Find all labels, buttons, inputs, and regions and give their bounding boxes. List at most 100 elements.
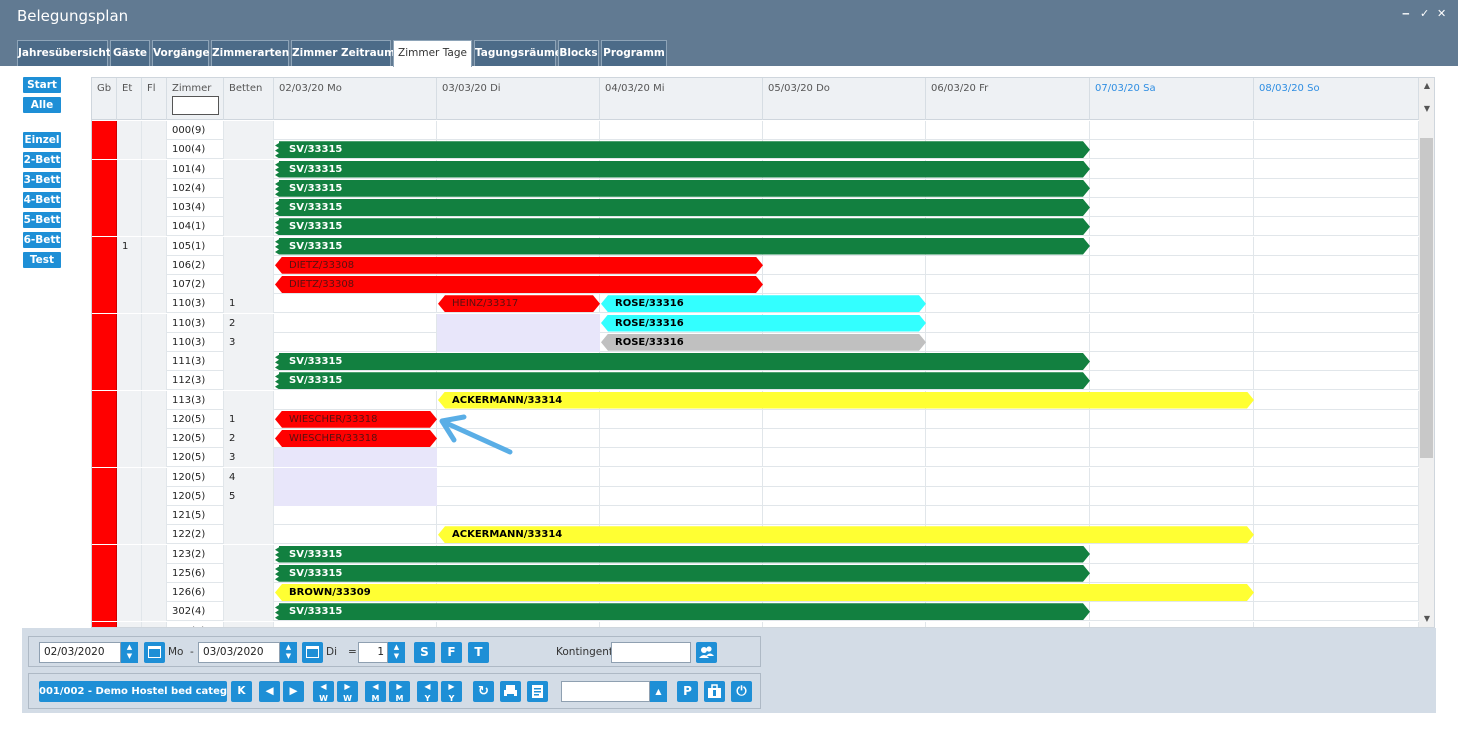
- day-cell[interactable]: [600, 121, 763, 140]
- prev-day-button[interactable]: ◀: [259, 681, 280, 702]
- day-cell[interactable]: [763, 255, 926, 275]
- day-cell[interactable]: [274, 525, 437, 545]
- close-icon[interactable]: ✕: [1437, 7, 1446, 20]
- booking-bar[interactable]: SV/33315: [275, 161, 1090, 178]
- table-row[interactable]: 000(9): [92, 121, 1419, 140]
- day-cell[interactable]: [1090, 121, 1254, 140]
- table-row[interactable]: 121(5): [92, 506, 1419, 525]
- day-cell[interactable]: [1090, 352, 1254, 371]
- next-year-button[interactable]: ▶ Y: [441, 681, 462, 702]
- refresh-button[interactable]: ↻: [473, 681, 494, 702]
- day-cell[interactable]: [926, 332, 1090, 352]
- day-count-stepper-icon[interactable]: ▲ ▼: [388, 642, 405, 663]
- day-cell[interactable]: [1090, 236, 1254, 256]
- day-cell[interactable]: [1254, 332, 1419, 352]
- users-button[interactable]: [696, 642, 717, 663]
- print-button[interactable]: [500, 681, 521, 702]
- day-cell[interactable]: [763, 467, 926, 487]
- day-cell[interactable]: [1090, 140, 1254, 160]
- day-cell[interactable]: [600, 409, 763, 429]
- day-cell[interactable]: [274, 294, 437, 314]
- tab-vorgaenge[interactable]: Vorgänge: [152, 40, 210, 66]
- tab-programm[interactable]: Programm: [601, 40, 667, 66]
- day-cell[interactable]: [274, 121, 437, 140]
- day-cell[interactable]: [437, 467, 600, 487]
- day-cell[interactable]: [1254, 159, 1419, 179]
- booking-bar[interactable]: DIETZ/33308: [275, 257, 763, 274]
- day-header-1[interactable]: 03/03/20 Di: [437, 78, 600, 120]
- day-cell[interactable]: [1090, 217, 1254, 237]
- day-cell[interactable]: [1254, 198, 1419, 217]
- day-cell[interactable]: [1090, 563, 1254, 583]
- report-button[interactable]: [527, 681, 548, 702]
- to-calendar-icon[interactable]: [302, 642, 323, 663]
- day-cell[interactable]: [1254, 236, 1419, 256]
- day-cell[interactable]: [437, 121, 600, 140]
- col-header-fl[interactable]: Fl: [142, 78, 167, 120]
- start-button[interactable]: Start: [23, 77, 61, 93]
- day-cell[interactable]: [1090, 294, 1254, 314]
- all-button[interactable]: Alle: [23, 97, 61, 113]
- booking-bar[interactable]: SV/33315: [275, 546, 1090, 563]
- day-cell[interactable]: [926, 467, 1090, 487]
- day-cell[interactable]: [1254, 140, 1419, 160]
- day-cell[interactable]: [437, 506, 600, 525]
- booking-bar[interactable]: SV/33315: [275, 199, 1090, 216]
- to-date-stepper-icon[interactable]: ▲ ▼: [280, 642, 297, 663]
- day-cell[interactable]: [1090, 429, 1254, 448]
- minimize-icon[interactable]: ‒: [1402, 7, 1410, 20]
- scroll-up-icon[interactable]: ▲: [1419, 81, 1434, 90]
- day-cell[interactable]: [1254, 294, 1419, 314]
- six-bed-button[interactable]: 6-Bett: [23, 232, 61, 248]
- scroll-down-icon[interactable]: ▼: [1419, 614, 1434, 623]
- day-cell[interactable]: [1254, 448, 1419, 468]
- booking-bar[interactable]: SV/33315: [275, 353, 1090, 370]
- f-button[interactable]: F: [441, 642, 462, 663]
- day-cell[interactable]: [763, 448, 926, 468]
- luggage-button[interactable]: [704, 681, 725, 702]
- tab-zimmerarten[interactable]: Zimmerarten: [211, 40, 289, 66]
- prev-week-button[interactable]: ◀ W: [313, 681, 334, 702]
- room-search-input[interactable]: [172, 96, 219, 115]
- next-month-button[interactable]: ▶ M: [389, 681, 410, 702]
- two-bed-button[interactable]: 2-Bett: [23, 152, 61, 168]
- booking-bar[interactable]: SV/33315: [275, 372, 1090, 389]
- booking-bar[interactable]: ROSE/33316: [601, 315, 926, 332]
- day-cell[interactable]: [926, 506, 1090, 525]
- booking-bar[interactable]: ACKERMANN/33314: [438, 526, 1254, 543]
- booking-bar[interactable]: SV/33315: [275, 603, 1090, 620]
- t-button[interactable]: T: [468, 642, 489, 663]
- day-cell[interactable]: [1254, 506, 1419, 525]
- day-cell[interactable]: [1254, 313, 1419, 333]
- booking-bar[interactable]: SV/33315: [275, 238, 1090, 255]
- booking-bar[interactable]: DIETZ/33308: [275, 276, 763, 293]
- check-icon[interactable]: ✓: [1420, 7, 1429, 20]
- day-cell[interactable]: [1254, 352, 1419, 371]
- day-cell[interactable]: [1090, 371, 1254, 391]
- day-cell[interactable]: [1254, 467, 1419, 487]
- day-cell[interactable]: [1254, 486, 1419, 506]
- k-button[interactable]: K: [231, 681, 252, 702]
- booking-bar[interactable]: ROSE/33316: [601, 295, 926, 312]
- day-cell[interactable]: [763, 121, 926, 140]
- booking-bar[interactable]: HEINZ/33317: [438, 295, 600, 312]
- vertical-scrollbar[interactable]: ▲ ▼ ▼: [1419, 78, 1434, 627]
- from-date-stepper-icon[interactable]: ▲ ▼: [121, 642, 138, 663]
- day-cell[interactable]: [926, 121, 1090, 140]
- day-cell[interactable]: [1090, 332, 1254, 352]
- booking-bar[interactable]: ACKERMANN/33314: [438, 392, 1254, 409]
- day-cell[interactable]: [1090, 409, 1254, 429]
- day-cell[interactable]: [437, 486, 600, 506]
- day-cell[interactable]: [1254, 563, 1419, 583]
- from-date-input[interactable]: 02/03/2020: [39, 642, 121, 663]
- day-cell[interactable]: [1090, 467, 1254, 487]
- day-cell[interactable]: [926, 409, 1090, 429]
- filter-select[interactable]: [561, 681, 650, 702]
- day-header-2[interactable]: 04/03/20 Mi: [600, 78, 763, 120]
- day-cell[interactable]: [600, 448, 763, 468]
- day-cell[interactable]: [1254, 602, 1419, 622]
- day-cell[interactable]: [926, 255, 1090, 275]
- day-cell[interactable]: [600, 506, 763, 525]
- day-cell[interactable]: [763, 486, 926, 506]
- category-button[interactable]: 001/002 - Demo Hostel bed categories: [39, 681, 227, 702]
